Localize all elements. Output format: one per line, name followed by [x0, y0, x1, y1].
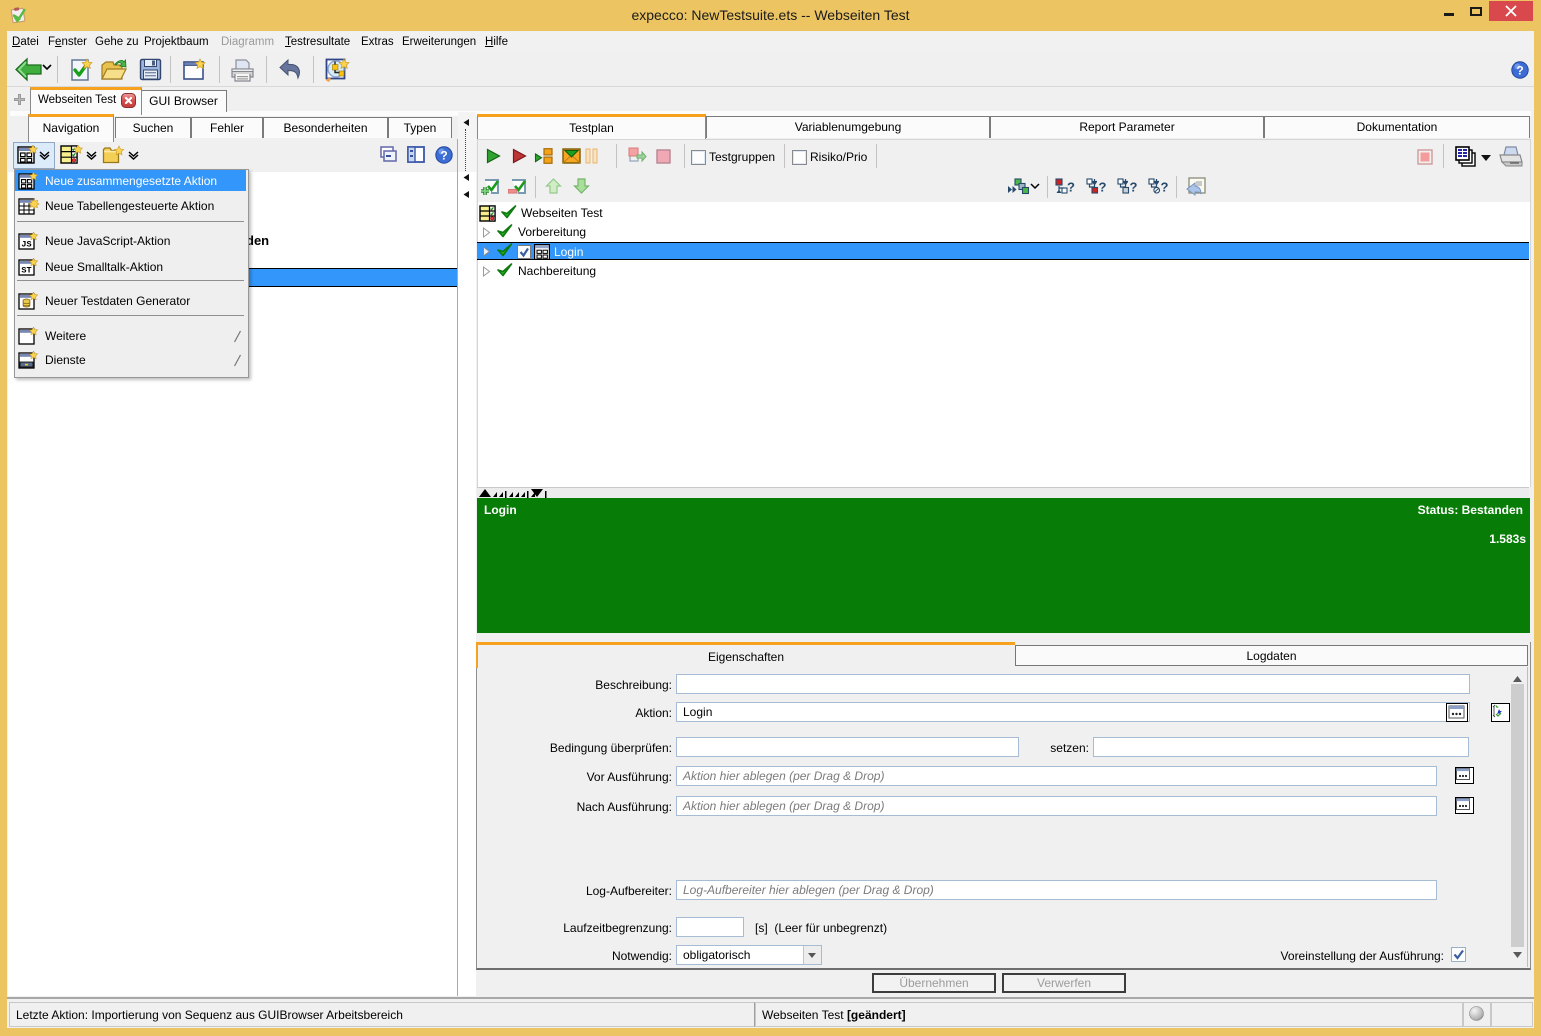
- svg-text:?: ?: [1099, 180, 1107, 195]
- svg-text:JS: JS: [21, 240, 31, 250]
- svg-text:?: ?: [1516, 63, 1523, 77]
- svg-text:ST: ST: [21, 266, 31, 276]
- svg-text:?: ?: [440, 148, 447, 162]
- svg-text:?: ?: [1067, 180, 1075, 195]
- svg-text:?: ?: [1161, 180, 1169, 195]
- svg-text:?: ?: [1130, 180, 1138, 195]
